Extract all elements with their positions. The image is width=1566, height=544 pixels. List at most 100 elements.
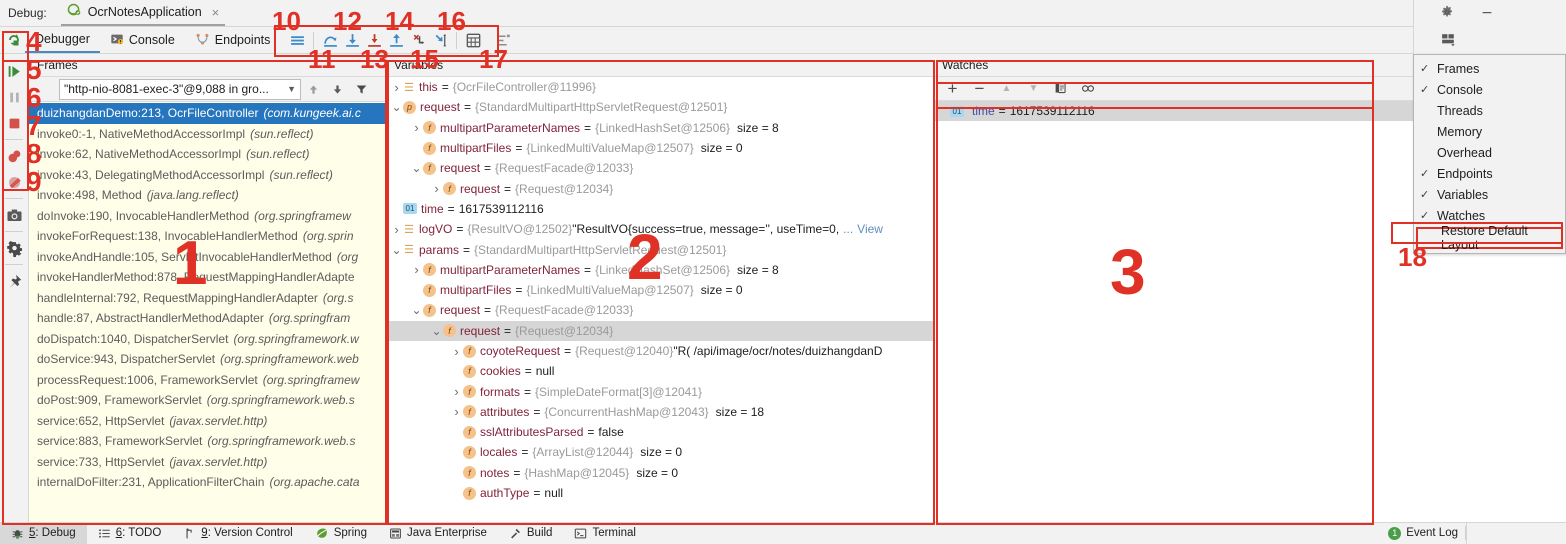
frame-row[interactable]: internalDoFilter:231, ApplicationFilterC… (29, 472, 385, 493)
chevron-right-icon[interactable]: › (410, 262, 423, 277)
move-watch-down-button[interactable]: ▼ (1021, 78, 1046, 100)
event-log-button[interactable]: 1 Event Log (1388, 526, 1458, 540)
frame-row[interactable]: handle:87, AbstractHandlerMethodAdapter (… (29, 308, 385, 329)
variable-row[interactable]: f multipartFiles = {LinkedMultiValueMap@125… (386, 280, 933, 300)
tab-endpoints[interactable]: Endpoints (185, 27, 281, 53)
status-bar-item-versioncontrol[interactable]: 9: Version Control (172, 523, 303, 544)
move-watch-up-button[interactable]: ▲ (994, 78, 1019, 100)
run-to-cursor-icon[interactable] (429, 29, 451, 51)
step-into-icon[interactable] (341, 29, 363, 51)
variable-row[interactable]: f locales = {ArrayList@12044} size = 0 (386, 442, 933, 462)
status-bar-item-terminal[interactable]: Terminal (563, 523, 646, 544)
rerun-icon[interactable] (3, 29, 25, 51)
filter-icon[interactable] (349, 78, 373, 100)
tab-debugger[interactable]: Debugger (25, 27, 100, 53)
layout-settings-button[interactable] (1413, 27, 1566, 54)
chevron-right-icon[interactable]: › (450, 344, 463, 359)
chevron-down-icon[interactable]: ⌄ (390, 100, 403, 114)
run-configuration-tab[interactable]: OcrNotesApplication × (60, 0, 226, 26)
frame-row[interactable]: handleInternal:792, RequestMappingHandle… (29, 288, 385, 309)
frame-row[interactable]: service:733, HttpServlet (javax.servlet.h… (29, 452, 385, 473)
watch-row[interactable]: 01 time = 1617539112116 (934, 101, 1413, 121)
variable-row[interactable]: f sslAttributesParsed = false (386, 422, 933, 442)
menu-item-endpoints[interactable]: ✓ Endpoints (1414, 163, 1565, 184)
variable-row[interactable]: ⌄ p request = {StandardMultipartHttpServletR… (386, 97, 933, 117)
chevron-right-icon[interactable]: › (410, 120, 423, 135)
frame-row[interactable]: duizhangdanDemo:213, OcrFileController (c… (29, 103, 385, 124)
frame-row[interactable]: doInvoke:190, InvocableHandlerMethod (org… (29, 206, 385, 227)
frame-row[interactable]: invokeForRequest:138, InvocableHandlerMe… (29, 226, 385, 247)
gear-icon[interactable] (1, 235, 27, 261)
force-step-into-icon[interactable] (363, 29, 385, 51)
drop-frame-icon[interactable] (407, 29, 429, 51)
frame-row[interactable]: processRequest:1006, FrameworkServlet (or… (29, 370, 385, 391)
inspect-watch-button[interactable] (1075, 78, 1100, 100)
chevron-right-icon[interactable]: › (450, 384, 463, 399)
menu-item-variables[interactable]: ✓ Variables (1414, 184, 1565, 205)
resume-program-icon[interactable] (1, 58, 27, 84)
menu-item-overhead[interactable]: Overhead (1414, 142, 1565, 163)
chevron-right-icon[interactable]: › (450, 404, 463, 419)
tab-console[interactable]: Console (100, 27, 185, 53)
chevron-down-icon[interactable]: ⌄ (410, 303, 423, 317)
variable-row[interactable]: ⌄ ☰ params = {StandardMultipartHttpServletRe… (386, 239, 933, 259)
close-icon[interactable]: × (212, 5, 220, 20)
screenshot-icon[interactable] (1, 202, 27, 228)
chevron-right-icon[interactable]: › (390, 222, 403, 237)
stop-icon[interactable] (1, 110, 27, 136)
frame-row[interactable]: doDispatch:1040, DispatcherServlet (org.s… (29, 329, 385, 350)
step-over-icon[interactable] (319, 29, 341, 51)
menu-item-console[interactable]: ✓ Console (1414, 79, 1565, 100)
ellipsis-link[interactable]: ... (843, 222, 853, 236)
add-watch-button[interactable]: + (940, 78, 965, 100)
frame-row[interactable]: invoke:62, NativeMethodAccessorImpl (sun.… (29, 144, 385, 165)
menu-item-watches[interactable]: ✓ Watches (1414, 205, 1565, 226)
pin-tab-icon[interactable] (1, 268, 27, 294)
variable-row[interactable]: f authType = null (386, 483, 933, 503)
status-bar-item-build[interactable]: Build (498, 523, 564, 544)
frame-row[interactable]: service:652, HttpServlet (javax.servlet.h… (29, 411, 385, 432)
variable-row[interactable]: › f formats = {SimpleDateFormat[3]@12041} (386, 381, 933, 401)
frame-row[interactable]: invoke:498, Method (java.lang.reflect) (29, 185, 385, 206)
variable-row[interactable]: › f attributes = {ConcurrentHashMap@12043} si… (386, 402, 933, 422)
view-link[interactable]: View (857, 222, 883, 236)
variable-row[interactable]: › f multipartParameterNames = {LinkedHashSet… (386, 260, 933, 280)
chevron-down-icon[interactable]: ⌄ (390, 243, 403, 257)
status-bar-item-debug[interactable]: 5: Debug (0, 522, 87, 544)
status-bar-item-javaenterprise[interactable]: Java Enterprise (378, 523, 498, 544)
variable-row[interactable]: f multipartFiles = {LinkedMultiValueMap@125… (386, 138, 933, 158)
variable-row[interactable]: f notes = {HashMap@12045} size = 0 (386, 463, 933, 483)
copy-watch-button[interactable] (1048, 78, 1073, 100)
menu-item-threads[interactable]: Threads (1414, 100, 1565, 121)
frame-row[interactable]: invokeHandlerMethod:878, RequestMappingH… (29, 267, 385, 288)
variable-row[interactable]: › f coyoteRequest = {Request@12040} "R( /api… (386, 341, 933, 361)
menu-item-restore-default-layout[interactable]: Restore Default Layout (1416, 224, 1563, 252)
frame-row[interactable]: invoke:43, DelegatingMethodAccessorImpl (… (29, 165, 385, 186)
variables-tree[interactable]: › ☰ this = {OcrFileController@11996} ⌄ p reques… (386, 77, 933, 503)
variable-row[interactable]: › f multipartParameterNames = {LinkedHashSet… (386, 118, 933, 138)
frame-row[interactable]: invoke0:-1, NativeMethodAccessorImpl (sun… (29, 124, 385, 145)
minimize-icon[interactable] (1480, 5, 1494, 22)
variable-row[interactable]: f cookies = null (386, 361, 933, 381)
menu-item-frames[interactable]: ✓ Frames (1414, 58, 1565, 79)
step-out-icon[interactable] (385, 29, 407, 51)
frame-row[interactable]: service:883, FrameworkServlet (org.spring… (29, 431, 385, 452)
status-bar-item-todo[interactable]: 6: TODO (87, 523, 173, 544)
variable-row[interactable]: › f request = {Request@12034} (386, 178, 933, 198)
layout-options-menu[interactable]: ✓ Frames ✓ Console Threads Memory Overhead ✓ End… (1413, 54, 1566, 254)
mute-breakpoints-icon[interactable] (1, 169, 27, 195)
variable-row[interactable]: › ☰ this = {OcrFileController@11996} (386, 77, 933, 97)
evaluate-expression-icon[interactable] (462, 29, 484, 51)
chevron-down-icon[interactable]: ⌄ (410, 161, 423, 175)
variable-row[interactable]: › ☰ logVO = {ResultVO@12502} "ResultVO{succe… (386, 219, 933, 239)
gear-icon[interactable] (1440, 5, 1454, 22)
watches-list[interactable]: 01 time = 1617539112116 (934, 101, 1413, 121)
settings-icon[interactable] (492, 29, 514, 51)
thread-selector[interactable]: "http-nio-8081-exec-3"@9,088 in gro... ▼ (59, 78, 301, 100)
arrow-up-icon[interactable] (301, 78, 325, 100)
arrow-down-icon[interactable] (325, 78, 349, 100)
view-breakpoints-icon[interactable] (1, 143, 27, 169)
chevron-right-icon[interactable]: › (430, 181, 443, 196)
pause-program-icon[interactable] (1, 84, 27, 110)
show-execution-point-icon[interactable] (286, 29, 308, 51)
